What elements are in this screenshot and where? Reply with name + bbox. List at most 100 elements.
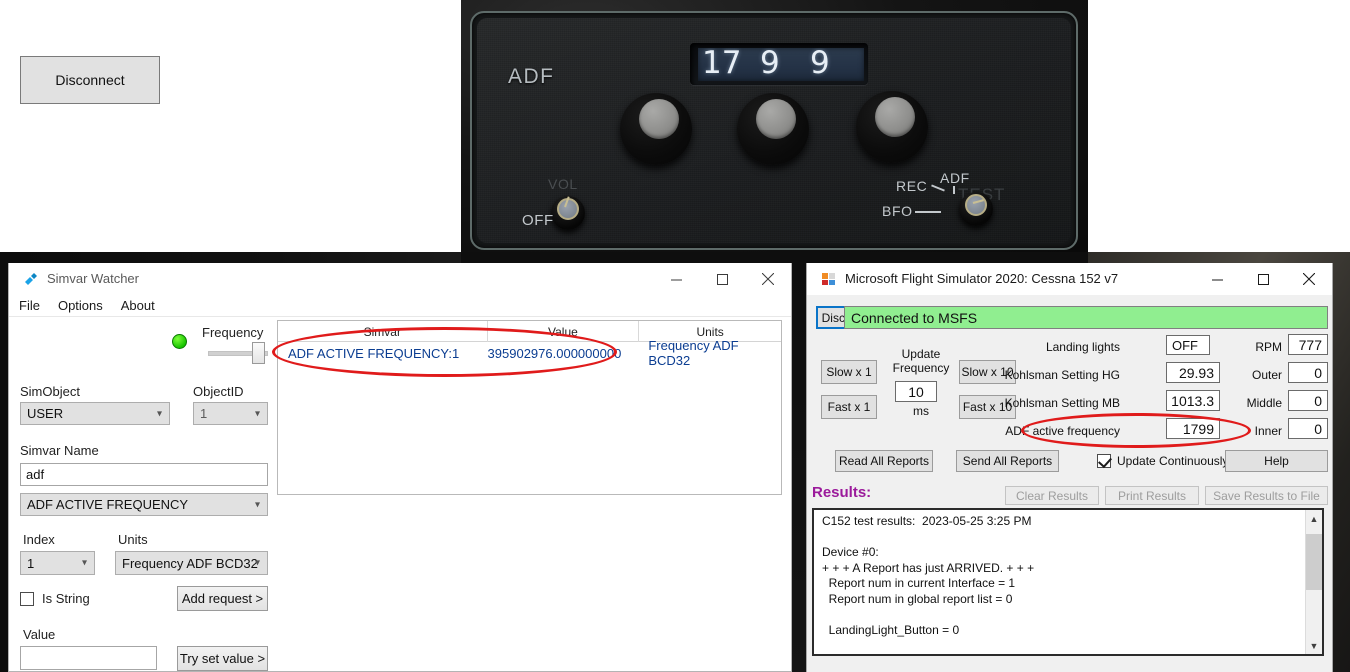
connection-status-led [172,334,187,349]
adf-off-label: OFF [522,212,554,229]
adf-tuning-knob-1[interactable] [614,87,698,171]
simobject-value: USER [27,406,64,421]
knob-pointer-icon [564,196,570,208]
is-string-checkbox[interactable] [20,591,34,606]
units-label: Units [118,532,148,547]
index-value: 1 [27,555,35,571]
adf-rec-label: REC [896,178,928,194]
simvar-titlebar[interactable]: Simvar Watcher [9,263,791,295]
disconnect-button[interactable]: Disconnect [20,56,160,104]
simvar-select[interactable]: ADF ACTIVE FREQUENCY ▾ [20,493,268,516]
annotation-ellipse-simvar-row [272,327,617,377]
minimize-icon[interactable] [1194,263,1240,295]
adf-tick-icon [953,186,955,194]
simvar-name-label: Simvar Name [20,443,99,458]
menu-item-options[interactable]: Options [58,298,103,313]
index-select[interactable]: 1 ▾ [20,551,95,575]
try-set-value-button[interactable]: Try set value > [177,646,268,671]
close-icon[interactable] [745,263,791,295]
update-frequency-units: ms [913,404,929,418]
simvar-select-value: ADF ACTIVE FREQUENCY [27,497,189,512]
update-continuously-label: Update Continuously [1117,454,1229,468]
close-icon[interactable] [1286,263,1332,295]
units-value: Frequency ADF BCD32 [122,555,258,571]
is-string-checkbox-row[interactable]: Is String [20,591,90,606]
adf-brand-label: ADF [508,65,555,88]
objectid-label: ObjectID [193,384,244,399]
knob-cap-icon [875,97,915,137]
send-all-reports-button[interactable]: Send All Reports [956,450,1059,472]
landing-lights-value: OFF [1166,335,1210,355]
scroll-down-icon[interactable]: ▼ [1306,637,1322,654]
landing-lights-label: Landing lights [1045,340,1120,354]
msfs-titlebar[interactable]: Microsoft Flight Simulator 2020: Cessna … [807,263,1332,295]
page-background-left [0,0,461,252]
fast-x1-button[interactable]: Fast x 1 [821,395,877,419]
middle-marker-label: Middle [1246,396,1282,410]
adf-bfo-label: BFO [882,203,913,219]
is-string-label: Is String [42,591,90,606]
value-input[interactable] [20,646,157,670]
clear-results-button: Clear Results [1005,486,1099,505]
adf-lcd: 17 9 9 [698,48,864,81]
frequency-slider-thumb[interactable] [252,342,265,364]
simvar-menubar[interactable]: File Options About [9,295,791,317]
chevron-down-icon: ▾ [81,557,87,569]
kohlsman-mb-label: Kohlsman Setting MB [1004,396,1120,410]
update-continuously-checkbox[interactable] [1097,454,1111,468]
middle-marker-value: 0 [1288,390,1328,411]
frequency-slider-label: Frequency [202,325,264,340]
add-request-button[interactable]: Add request > [177,586,268,611]
results-scrollbar[interactable]: ▲ ▼ [1305,510,1322,654]
kohlsman-mb-value: 1013.3 [1166,390,1220,411]
results-label: Results: [812,484,872,501]
kohlsman-hg-value: 29.93 [1166,362,1220,383]
update-frequency-input[interactable]: 10 [895,381,937,402]
scroll-up-icon[interactable]: ▲ [1306,510,1322,527]
kohlsman-hg-label: Kohlsman Setting HG [1004,368,1120,382]
maximize-icon[interactable] [699,263,745,295]
objectid-value: 1 [200,406,208,421]
menu-item-about[interactable]: About [121,298,155,313]
simobject-label: SimObject [20,384,80,399]
slow-x1-button[interactable]: Slow x 1 [821,360,877,384]
adf-volume-knob[interactable] [551,196,585,230]
scrollbar-thumb[interactable] [1306,534,1322,590]
annotation-ellipse-adf-frequency [1021,413,1251,448]
knob-pointer-icon [972,199,984,204]
msfs-window-controls[interactable] [1194,263,1332,295]
results-textarea[interactable]: C152 test results: 2023-05-25 3:25 PM De… [812,508,1324,656]
page-background-right [1088,0,1350,252]
adf-mode-adf-label: ADF [940,170,970,186]
app-window-icon [822,273,835,285]
connection-status-box: Connected to MSFS [844,306,1328,329]
adf-tuning-knob-3[interactable] [850,85,934,169]
plug-icon [25,273,37,285]
minimize-icon[interactable] [653,263,699,295]
chevron-down-icon: ▾ [156,408,162,419]
chevron-down-icon: ▾ [254,408,260,419]
adf-tuning-knob-2[interactable] [731,87,815,171]
inner-marker-value: 0 [1288,418,1328,439]
simvar-window-title: Simvar Watcher [47,271,139,286]
simvar-name-input[interactable]: adf [20,463,268,486]
results-content: C152 test results: 2023-05-25 3:25 PM De… [822,514,1035,654]
help-button[interactable]: Help [1225,450,1328,472]
simobject-select[interactable]: USER ▾ [20,402,170,425]
maximize-icon[interactable] [1240,263,1286,295]
read-all-reports-button[interactable]: Read All Reports [835,450,933,472]
chevron-down-icon: ▾ [254,557,260,569]
update-frequency-label: Update Frequency [892,347,950,375]
update-continuously-checkbox-row[interactable]: Update Continuously [1097,454,1228,468]
bfo-tick-icon [915,211,941,213]
outer-marker-label: Outer [1251,368,1282,382]
objectid-select[interactable]: 1 ▾ [193,402,268,425]
rpm-label: RPM [1255,340,1282,354]
cell-units: Frequency ADF BCD32 [648,338,739,368]
adf-mode-selector-knob[interactable] [959,192,993,226]
knob-face-icon [557,196,579,220]
simvar-window-controls[interactable] [653,263,791,295]
units-select[interactable]: Frequency ADF BCD32 ▾ [115,551,268,575]
adf-panel-bezel: ADF TEST 17 9 9 OFF VOL REC BFO [470,11,1078,250]
menu-item-file[interactable]: File [19,298,40,313]
